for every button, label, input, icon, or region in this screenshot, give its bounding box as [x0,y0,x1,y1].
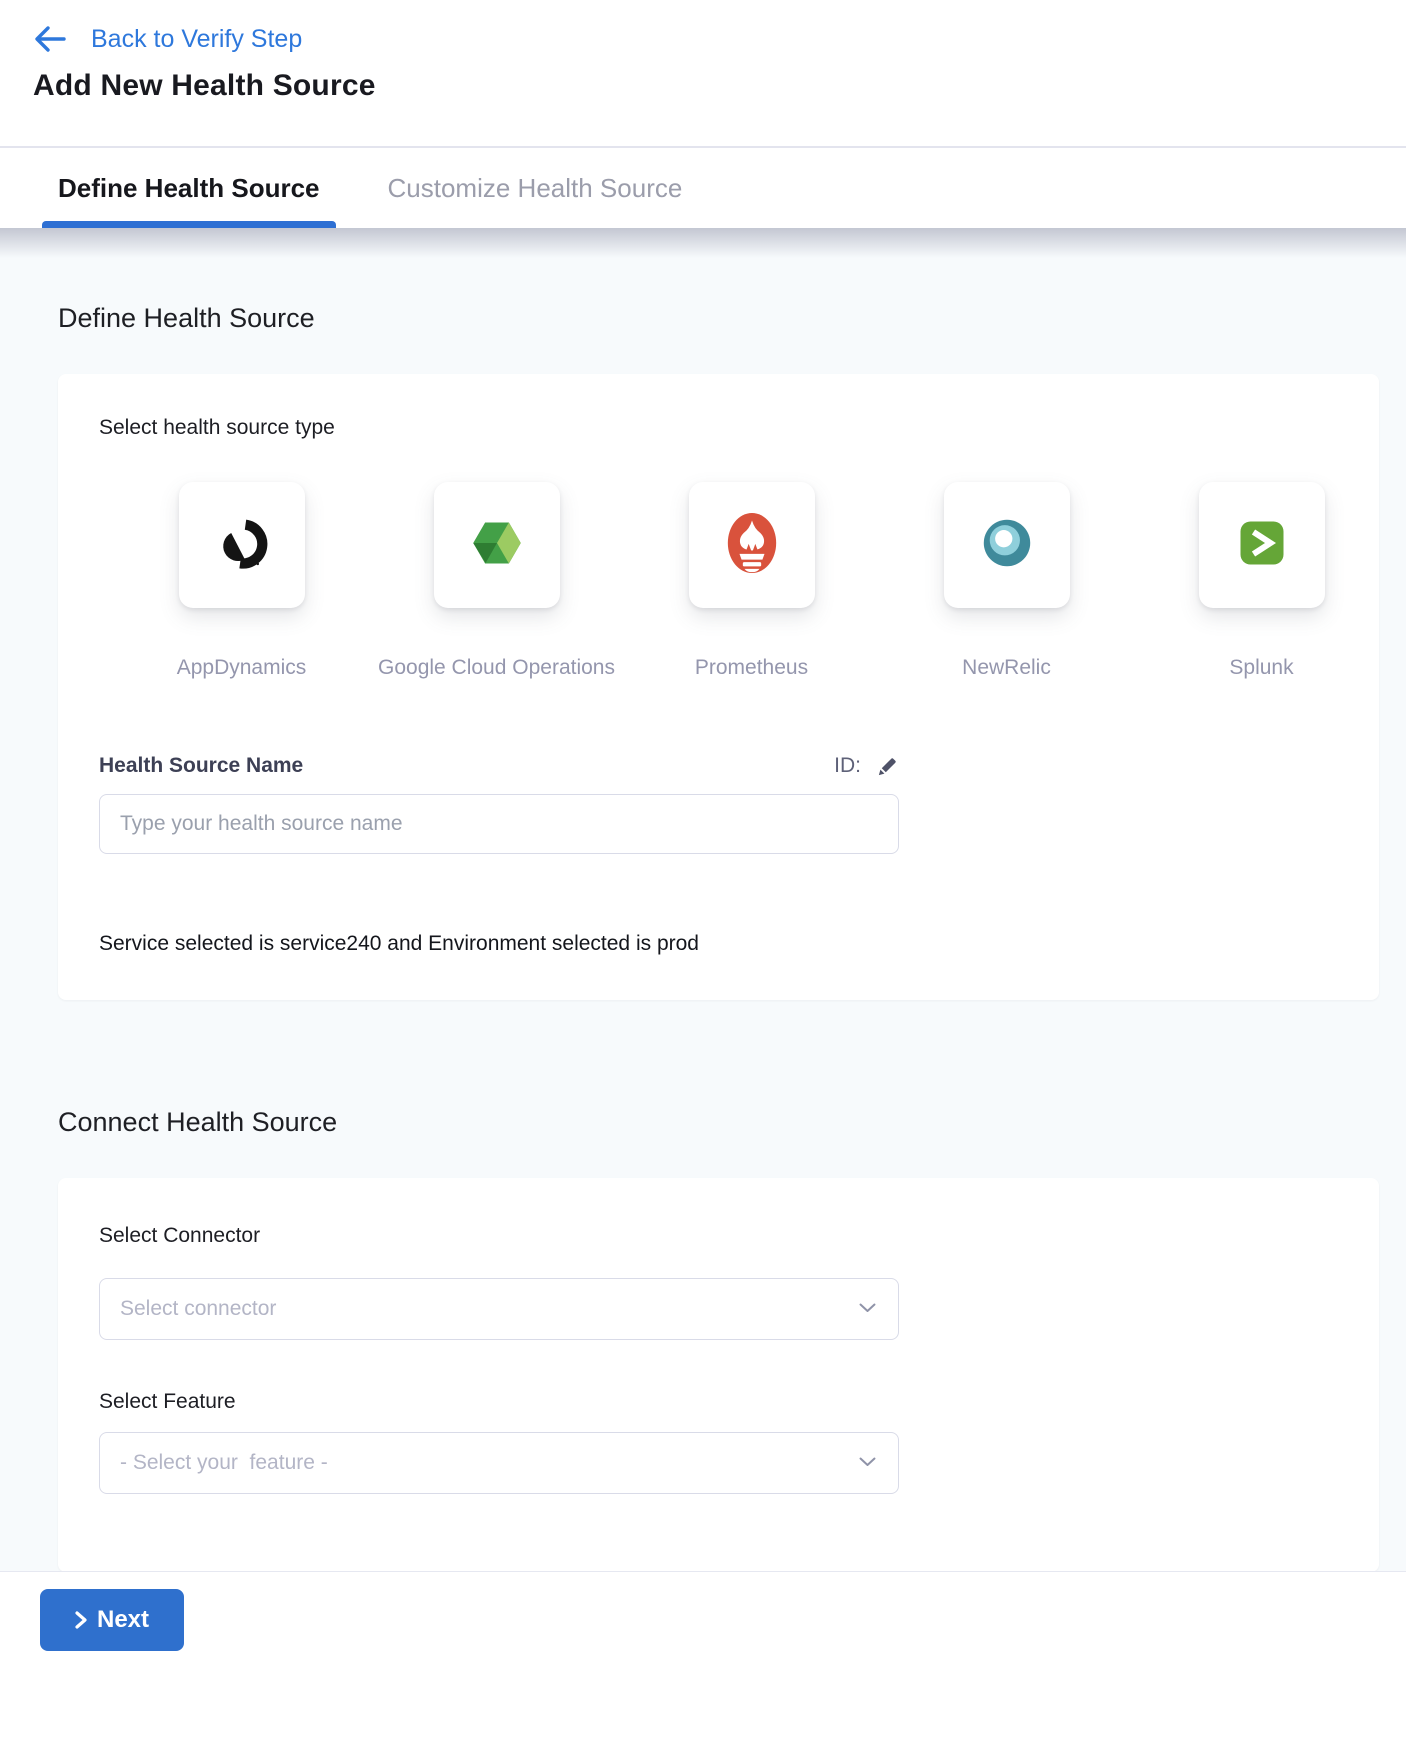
source-option-newrelic: NewRelic [879,482,1134,680]
google-cloud-operations-tile[interactable] [434,482,560,608]
main-content: Define Health Source Select health sourc… [0,228,1406,1572]
feature-select-value: - Select your feature - [120,1451,328,1475]
tab-customize-health-source[interactable]: Customize Health Source [372,148,699,228]
page-title: Add New Health Source [33,69,1406,103]
chevron-down-icon [859,1454,876,1472]
back-to-verify-link[interactable]: Back to Verify Step [33,24,1406,54]
chevron-down-icon [859,1300,876,1318]
appdynamics-icon [216,517,268,574]
feature-select[interactable]: - Select your feature - [99,1432,899,1494]
next-button[interactable]: Next [40,1589,184,1651]
footer-bar: Next [0,1572,1406,1667]
source-option-google-cloud-operations: Google Cloud Operations [369,482,624,680]
newrelic-icon [980,519,1034,572]
page-header: Back to Verify Step Add New Health Sourc… [0,0,1406,148]
tab-bar: Define Health Source Customize Health So… [0,148,1406,228]
splunk-icon [1237,518,1287,573]
id-edit-group: ID: [834,754,899,778]
newrelic-tile[interactable] [944,482,1070,608]
prometheus-icon [727,512,777,579]
connect-section-title: Connect Health Source [58,1106,1406,1138]
id-label: ID: [834,754,861,778]
source-option-prometheus: Prometheus [624,482,879,680]
define-health-source-card: Select health source type AppDy [58,374,1379,1000]
prometheus-tile[interactable] [689,482,815,608]
tabbar-shadow [0,228,1406,258]
next-button-label: Next [97,1606,149,1634]
google-cloud-operations-icon [470,519,524,572]
tab-define-label: Define Health Source [58,173,320,204]
select-connector-label: Select Connector [99,1224,1339,1248]
source-option-appdynamics: AppDynamics [114,482,369,680]
connector-select[interactable]: Select connector [99,1278,899,1340]
health-source-name-input[interactable] [99,794,899,854]
source-label: Splunk [1229,656,1293,680]
source-label: Prometheus [695,656,808,680]
health-source-name-row: Health Source Name ID: [99,754,899,778]
chevron-right-icon [75,1611,87,1629]
source-label: NewRelic [962,656,1051,680]
service-environment-note: Service selected is service240 and Envir… [99,932,1339,956]
arrow-left-icon [33,24,67,54]
edit-id-pencil-icon[interactable] [876,755,899,778]
appdynamics-tile[interactable] [179,482,305,608]
back-link-label: Back to Verify Step [91,25,302,54]
splunk-tile[interactable] [1199,482,1325,608]
source-label: AppDynamics [177,656,307,680]
tab-define-health-source[interactable]: Define Health Source [42,148,336,228]
select-source-type-label: Select health source type [99,416,1339,440]
health-source-name-label: Health Source Name [99,754,303,778]
source-label: Google Cloud Operations [378,656,615,680]
source-option-splunk: Splunk [1134,482,1389,680]
health-source-type-row: AppDynamics Google Cloud Operations [114,482,1389,680]
connect-health-source-card: Select Connector Select connector Select… [58,1178,1379,1572]
tab-customize-label: Customize Health Source [388,173,683,204]
select-feature-label: Select Feature [99,1390,1339,1414]
connector-select-value: Select connector [120,1297,276,1321]
active-tab-underline [42,221,336,228]
define-section-title: Define Health Source [58,302,1406,334]
